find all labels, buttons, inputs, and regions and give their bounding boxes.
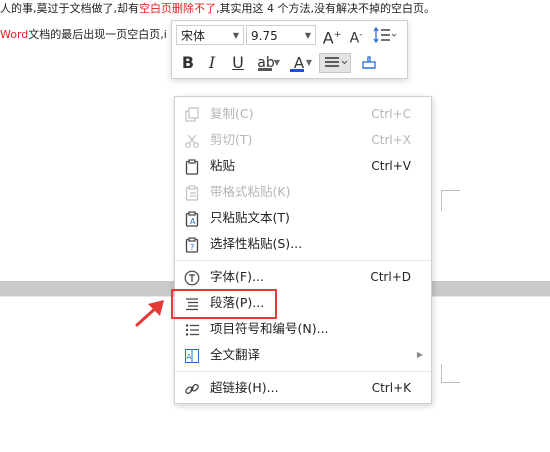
format-painter-button[interactable] <box>358 53 380 73</box>
menu-item-cut[interactable]: 剪切(T) Ctrl+X <box>175 127 431 153</box>
translate-icon: A <box>184 347 200 364</box>
menu-item-label: 选择性粘贴(S)... <box>210 236 303 251</box>
shrink-font-button[interactable]: A- <box>346 25 366 47</box>
menu-item-label: 复制(C) <box>210 106 254 121</box>
chevron-down-icon: ▼ <box>305 58 312 67</box>
svg-text:A: A <box>190 217 196 226</box>
menu-item-shortcut: Ctrl+V <box>371 159 411 173</box>
doc-text-segment: 文档的最后出现一页空白页, <box>28 28 164 41</box>
bullets-icon <box>184 321 200 337</box>
underline-button[interactable]: U <box>228 53 248 73</box>
font-name-dropdown[interactable]: 宋体 ▼ <box>176 25 244 45</box>
margin-corner-mark <box>441 190 460 211</box>
menu-item-label: 字体(F)... <box>210 269 264 284</box>
annotation-highlight-box <box>171 289 277 319</box>
doc-text-highlight: Word <box>0 28 29 41</box>
font-size-dropdown[interactable]: 9.75 ▼ <box>246 25 316 45</box>
menu-item-paste-special[interactable]: ? 选择性粘贴(S)... <box>175 231 431 257</box>
grow-font-button[interactable]: A+ <box>322 25 342 48</box>
document-text-line-1: 人的事,莫过于文档做了,却有空白页删除不了,其实用这 4 个方法,没有解决不掉的… <box>0 0 435 16</box>
menu-item-copy[interactable]: 复制(C) Ctrl+C <box>175 101 431 127</box>
floating-format-toolbar: 宋体 ▼ 9.75 ▼ A+ A- B I U ab ▼ A ▼ <box>171 20 408 79</box>
chevron-down-icon: ▼ <box>273 58 280 67</box>
margin-corner-mark <box>441 364 460 383</box>
align-icon <box>325 57 348 67</box>
chevron-down-icon: ▼ <box>232 31 239 40</box>
chevron-down-icon: ▼ <box>304 31 311 40</box>
grow-font-icon: A <box>322 28 334 48</box>
font-color-button[interactable]: A ▼ <box>286 53 312 73</box>
toolbar-row-style: B I U ab ▼ A ▼ <box>172 49 407 77</box>
font-size-value: 9.75 <box>251 29 278 43</box>
font-icon <box>184 269 200 286</box>
menu-item-label: 粘贴 <box>210 158 236 173</box>
align-button[interactable] <box>319 53 351 73</box>
menu-item-translate[interactable]: A 全文翻译 ▶ <box>175 342 431 368</box>
shrink-font-icon: A <box>349 30 360 47</box>
line-spacing-button[interactable] <box>372 25 398 45</box>
menu-separator <box>175 260 431 261</box>
bold-icon: B <box>181 53 195 72</box>
menu-item-shortcut: Ctrl+K <box>371 381 411 395</box>
font-name-value: 宋体 <box>181 29 206 43</box>
scissors-icon <box>184 132 200 148</box>
italic-button[interactable]: I <box>202 53 222 73</box>
doc-text-segment: i <box>163 28 167 41</box>
italic-icon: I <box>208 53 216 72</box>
menu-item-label: 剪切(T) <box>210 132 253 147</box>
menu-item-bullets-numbering[interactable]: 项目符号和编号(N)... <box>175 316 431 342</box>
menu-item-paste-text-only[interactable]: A 只粘贴文本(T) <box>175 205 431 231</box>
context-menu: 复制(C) Ctrl+C 剪切(T) Ctrl+X 粘贴 Ctrl+V 带格式粘… <box>174 96 432 404</box>
clipboard-icon <box>184 158 200 175</box>
menu-item-shortcut: Ctrl+C <box>371 107 411 121</box>
link-icon <box>184 380 200 396</box>
doc-text-highlight: 空白页删除不了 <box>139 2 216 15</box>
menu-item-paste-with-format[interactable]: 带格式粘贴(K) <box>175 179 431 205</box>
menu-item-shortcut: Ctrl+X <box>371 133 411 147</box>
svg-text:?: ? <box>190 243 194 252</box>
menu-item-label: 超链接(H)... <box>210 380 279 395</box>
line-spacing-icon <box>373 26 397 44</box>
annotation-arrow-icon <box>135 300 164 327</box>
menu-item-hyperlink[interactable]: 超链接(H)... Ctrl+K <box>175 375 431 401</box>
format-painter-icon <box>362 56 376 69</box>
doc-text-segment: 人的事,莫过于文档做了,却有 <box>0 2 139 15</box>
paste-text-icon: A <box>184 210 200 227</box>
menu-item-shortcut: Ctrl+D <box>370 270 411 284</box>
bold-button[interactable]: B <box>178 53 198 73</box>
menu-item-paste[interactable]: 粘贴 Ctrl+V <box>175 153 431 179</box>
document-text-line-2: Word文档的最后出现一页空白页,i <box>0 26 167 42</box>
menu-item-label: 只粘贴文本(T) <box>210 210 290 225</box>
doc-text-segment: ,其实用这 4 个方法,没有解决不掉的空白页。 <box>216 2 435 15</box>
underline-icon: U <box>232 53 244 72</box>
menu-item-label: 项目符号和编号(N)... <box>210 321 329 336</box>
copy-icon <box>184 106 200 122</box>
svg-text:A: A <box>187 353 192 361</box>
menu-separator <box>175 371 431 372</box>
highlight-button[interactable]: ab ▼ <box>252 53 280 73</box>
paste-format-icon <box>184 184 200 201</box>
menu-item-label: 全文翻译 <box>210 347 261 362</box>
paste-special-icon: ? <box>184 236 200 253</box>
menu-item-font[interactable]: 字体(F)... Ctrl+D <box>175 264 431 290</box>
chevron-right-icon: ▶ <box>416 350 423 359</box>
menu-item-label: 带格式粘贴(K) <box>210 184 291 199</box>
toolbar-row-font: 宋体 ▼ 9.75 ▼ A+ A- <box>172 21 407 49</box>
